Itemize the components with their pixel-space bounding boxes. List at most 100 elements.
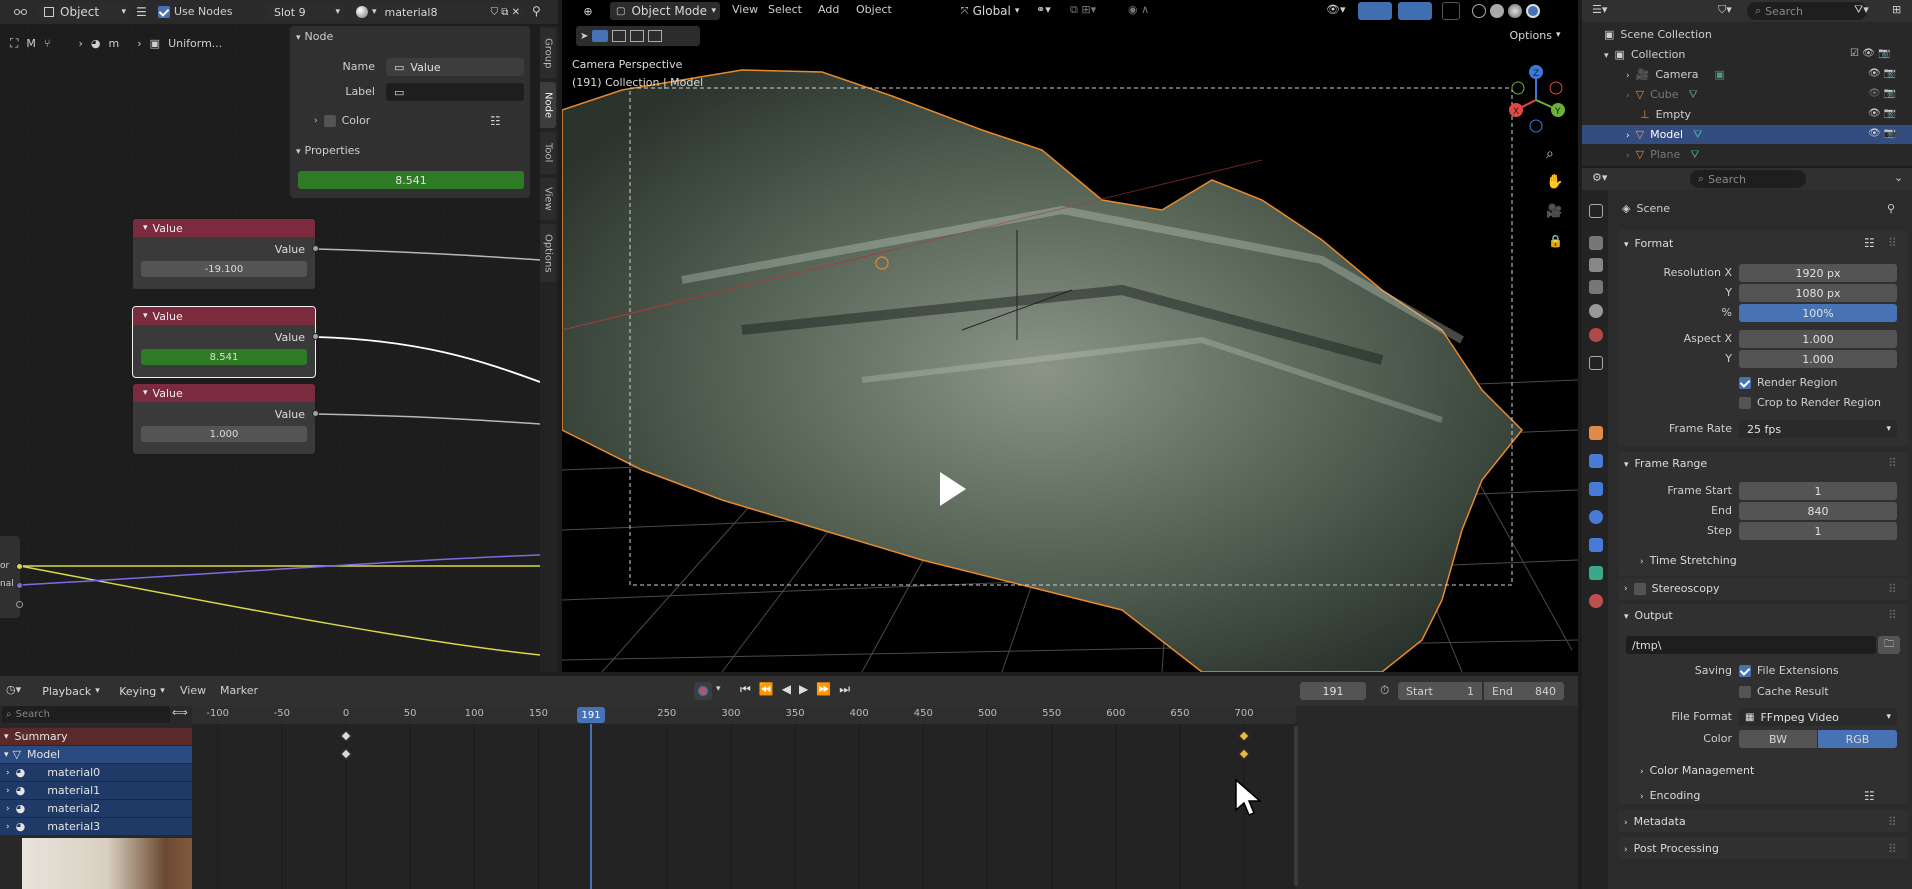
input-socket[interactable] <box>16 601 23 608</box>
input-socket[interactable] <box>16 563 23 570</box>
mode-select[interactable]: ▢ Object Mode ▾ <box>610 2 720 20</box>
cursor-tool-icon[interactable]: ➤ <box>580 31 588 42</box>
stereoscopy-checkbox[interactable] <box>1633 582 1646 595</box>
playback-menu[interactable]: Playback ▾ <box>34 682 108 700</box>
pin-icon[interactable]: ⚲ <box>1887 202 1895 215</box>
pan-hand-icon[interactable]: ✋ <box>1546 174 1563 190</box>
output-socket[interactable] <box>312 333 319 340</box>
encoding-subpanel[interactable]: › Encoding <box>1640 789 1700 802</box>
input-socket[interactable] <box>16 582 23 589</box>
start-field[interactable]: Start 1 <box>1398 682 1482 700</box>
render-region-checkbox[interactable] <box>1739 376 1751 389</box>
cache-result-checkbox[interactable] <box>1739 685 1751 698</box>
drag-handle-icon[interactable]: ⠿ <box>1888 582 1897 596</box>
select-box-icon[interactable] <box>592 30 609 42</box>
node-value-field[interactable]: 1.000 <box>141 426 307 442</box>
resolution-x-field[interactable]: 1920 px <box>1739 264 1897 282</box>
outliner-item-empty[interactable]: ⊥ Empty <box>1640 108 1691 121</box>
presets-icon[interactable]: ☷ <box>1864 236 1875 250</box>
row-controls[interactable]: 👁 📷 <box>1868 108 1896 119</box>
modifier-tab-icon[interactable] <box>1589 454 1603 468</box>
timeline-type-icon[interactable]: ◷▾ <box>6 683 21 696</box>
properties-type-icon[interactable]: ⚙▾ <box>1592 171 1607 184</box>
playhead-line[interactable] <box>590 724 593 889</box>
new-collection-icon[interactable]: ⊞ <box>1892 3 1901 16</box>
file-extensions-checkbox[interactable] <box>1739 664 1751 677</box>
output-header[interactable]: ▾ Output <box>1618 608 1673 622</box>
lock-camera-icon[interactable]: 🔒 <box>1548 234 1563 248</box>
row-controls[interactable]: ☑ 👁 📷 <box>1850 48 1890 59</box>
menu-view[interactable]: View <box>732 3 758 16</box>
material-shading-icon[interactable] <box>1508 4 1522 18</box>
options-button[interactable]: Options ▾ <box>1500 26 1570 44</box>
folder-icon[interactable]: 🗀 <box>1878 636 1900 654</box>
aspect-y-field[interactable]: 1.000 <box>1739 350 1897 368</box>
scene-tab-icon[interactable] <box>1589 304 1603 318</box>
tab-node[interactable]: Node <box>540 82 556 128</box>
zoom-icon[interactable]: ⌕ <box>1546 146 1554 162</box>
value-node-selected[interactable]: ▾ Value Value 8.541 <box>132 306 316 378</box>
collapse-icon[interactable]: ⌄ <box>1894 171 1903 184</box>
drag-handle-icon[interactable]: ⠿ <box>1888 815 1897 829</box>
output-socket[interactable] <box>312 245 319 252</box>
render-region-toggle[interactable]: Render Region <box>1739 376 1837 389</box>
select-tool-buttons[interactable]: ➤ <box>576 26 700 46</box>
stopwatch-icon[interactable]: ⏱ <box>1380 683 1389 698</box>
tool-tab-icon[interactable] <box>1589 204 1603 218</box>
drag-handle-icon[interactable]: ⠿ <box>1888 456 1897 470</box>
metadata-header[interactable]: › Metadata <box>1618 815 1686 828</box>
funnel-icon[interactable]: ⛛▾ <box>1854 3 1869 17</box>
outliner-item-camera[interactable]: › 🎥 Camera ▣ <box>1626 68 1725 81</box>
jump-start-icon[interactable]: ⏮ <box>740 682 751 697</box>
track-material0[interactable]: › ◕ material0 <box>0 764 192 781</box>
post-processing-header[interactable]: › Post Processing <box>1618 842 1719 855</box>
prev-keyframe-icon[interactable]: ⏪ <box>759 682 774 697</box>
camera-view-icon[interactable]: 🎥 <box>1546 204 1562 219</box>
outliner-item-collection[interactable]: ▾ ▣ Collection <box>1604 48 1685 61</box>
pivot-icon[interactable]: ⚭▾ <box>1036 3 1051 16</box>
next-keyframe-icon[interactable]: ⏩ <box>816 682 831 697</box>
output-path-field[interactable]: /tmp\ <box>1626 636 1876 654</box>
timeline-search[interactable]: ⌕ Search <box>2 706 170 723</box>
shading-buttons[interactable] <box>1472 2 1570 20</box>
viewport-3d[interactable]: ⊕ ▢ Object Mode ▾ View Select Add Object… <box>562 0 1578 672</box>
track-model[interactable]: ▾ ▽ Model <box>0 746 192 763</box>
data-tab-icon[interactable] <box>1589 566 1603 580</box>
row-controls[interactable]: 👁 📷 <box>1868 68 1896 79</box>
orientation-select[interactable]: ⤧ Global ▾ <box>952 2 1028 20</box>
value-node[interactable]: ▾ Value Value 1.000 <box>132 383 316 455</box>
keying-menu[interactable]: Keying ▾ <box>112 682 172 700</box>
properties-search[interactable]: ⌕ Search <box>1690 170 1806 188</box>
swap-icon[interactable]: ⟺ <box>172 706 188 719</box>
drag-handle-icon[interactable]: ⠿ <box>1888 608 1897 622</box>
outliner-item-plane[interactable]: › ▽ Plane ⛛ <box>1626 148 1700 162</box>
value-node[interactable]: ▾ Value Value -19.100 <box>132 218 316 290</box>
keying-set-icon[interactable]: ▾ <box>716 684 721 694</box>
outliner-item-cube[interactable]: › ▽ Cube ⛛ <box>1626 88 1698 102</box>
file-extensions-toggle[interactable]: File Extensions <box>1739 664 1839 677</box>
object-tab-icon[interactable] <box>1589 426 1603 440</box>
menu-select[interactable]: Select <box>768 3 802 16</box>
end-field[interactable]: End 840 <box>1484 682 1564 700</box>
outliner-type-icon[interactable]: ☰▾ <box>1592 3 1607 16</box>
overlay-toggle[interactable] <box>1398 2 1432 20</box>
aspect-x-field[interactable]: 1.000 <box>1739 330 1897 348</box>
frame-step-field[interactable]: 1 <box>1739 522 1897 540</box>
tab-group[interactable]: Group <box>540 28 556 78</box>
rendered-shading-icon[interactable] <box>1526 4 1540 18</box>
node-value-field[interactable]: -19.100 <box>141 261 307 277</box>
select-subtract-icon[interactable] <box>630 30 645 42</box>
proportional-edit-icon[interactable]: ◉ ∧ <box>1128 3 1149 16</box>
tab-options[interactable]: Options <box>540 224 556 282</box>
outliner-item-model[interactable]: › ▽ Model ⛛ <box>1626 128 1702 142</box>
editor-type-button[interactable]: ⊕ <box>576 2 600 20</box>
drag-handle-icon[interactable]: ⠿ <box>1888 842 1897 856</box>
menu-marker[interactable]: Marker <box>220 684 258 697</box>
physics-tab-icon[interactable] <box>1589 510 1603 524</box>
menu-add[interactable]: Add <box>818 3 839 16</box>
constraint-tab-icon[interactable] <box>1589 538 1603 552</box>
particles-tab-icon[interactable] <box>1589 482 1603 496</box>
record-button[interactable] <box>694 682 712 700</box>
solid-shading-icon[interactable] <box>1490 4 1504 18</box>
color-bw-button[interactable]: BW <box>1739 730 1817 748</box>
